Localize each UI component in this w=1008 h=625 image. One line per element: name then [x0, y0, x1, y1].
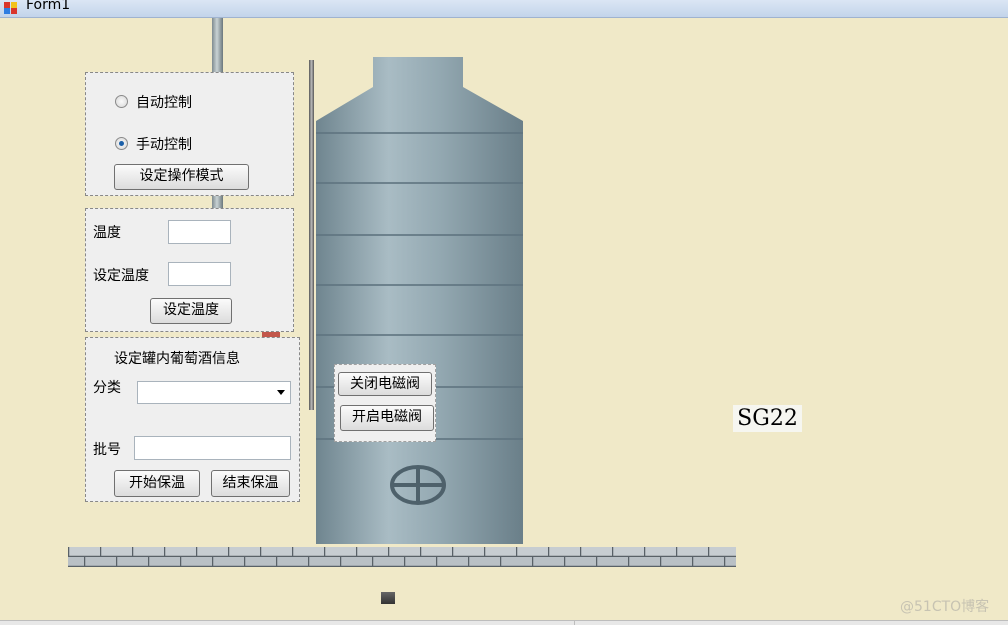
auto-mode-label[interactable]: 自动控制 [136, 92, 192, 112]
wine-tank [316, 57, 523, 544]
temperature-panel: 温度 设定温度 设定温度 [85, 208, 294, 332]
tank-id-label: SG22 [733, 405, 802, 432]
wine-info-heading: 设定罐内葡萄酒信息 [114, 351, 240, 367]
watermark: @51CTO博客 [900, 599, 990, 615]
batch-label: 批号 [93, 442, 121, 458]
set-mode-button[interactable]: 设定操作模式 [114, 164, 249, 190]
manhole-icon [390, 465, 446, 505]
brick-foundation [68, 547, 736, 567]
title-bar: Form1 [0, 0, 1008, 18]
chevron-down-icon[interactable] [277, 390, 285, 395]
status-bar [0, 620, 1008, 625]
inlet-pipe-lower [212, 195, 223, 209]
manual-mode-label[interactable]: 手动控制 [136, 134, 192, 154]
temperature-label: 温度 [93, 225, 121, 241]
sensor-block [381, 592, 395, 604]
close-valve-button[interactable]: 关闭电磁阀 [338, 372, 432, 396]
open-valve-button[interactable]: 开启电磁阀 [340, 405, 434, 431]
set-temperature-field[interactable] [168, 262, 231, 286]
stop-warming-button[interactable]: 结束保温 [211, 470, 290, 497]
valve-panel: 关闭电磁阀 开启电磁阀 [334, 364, 436, 442]
mode-panel: 自动控制 手动控制 设定操作模式 [85, 72, 294, 196]
category-dropdown[interactable] [137, 381, 291, 404]
set-temperature-label: 设定温度 [93, 268, 149, 284]
level-gauge [309, 60, 314, 410]
manual-mode-radio[interactable] [115, 137, 128, 150]
inlet-pipe [212, 18, 223, 74]
start-warming-button[interactable]: 开始保温 [114, 470, 200, 497]
app-icon [4, 2, 17, 14]
batch-field[interactable] [134, 436, 291, 460]
auto-mode-radio[interactable] [115, 95, 128, 108]
set-temperature-button[interactable]: 设定温度 [150, 298, 232, 324]
window-title: Form1 [26, 0, 71, 13]
category-label: 分类 [93, 380, 121, 396]
wine-info-panel: 设定罐内葡萄酒信息 分类 批号 开始保温 结束保温 [85, 337, 300, 502]
temperature-field[interactable] [168, 220, 231, 244]
